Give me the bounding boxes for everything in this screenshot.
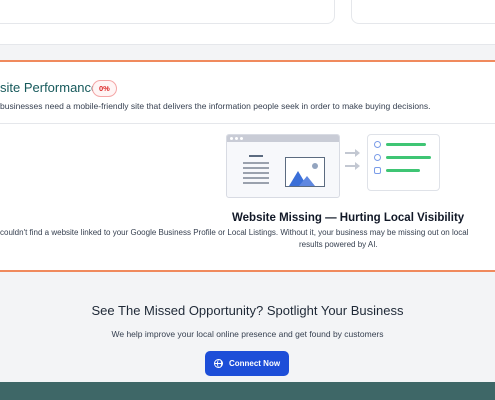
divider xyxy=(0,44,495,45)
divider xyxy=(0,123,495,124)
image-placeholder-icon xyxy=(285,157,325,187)
listing-card-icon xyxy=(367,134,440,191)
website-performance-section: site Performance 0% businesses need a mo… xyxy=(0,60,495,272)
section-description: businesses need a mobile-friendly site t… xyxy=(0,101,431,111)
connect-now-label: Connect Now xyxy=(228,359,281,368)
issue-description-continued: results powered by AI. xyxy=(299,240,378,249)
metric-card-right xyxy=(351,0,495,24)
connect-now-button[interactable]: Connect Now xyxy=(205,351,289,376)
cta-title: See The Missed Opportunity? Spotlight Yo… xyxy=(91,303,404,318)
score-badge: 0% xyxy=(92,80,117,97)
top-card-strip xyxy=(0,0,495,44)
issue-description: couldn't find a website linked to your G… xyxy=(0,228,469,237)
issue-title: Website Missing — Hurting Local Visibili… xyxy=(232,212,465,224)
footer-band xyxy=(0,382,495,400)
section-title: site Performance xyxy=(0,80,99,95)
globe-icon xyxy=(213,359,223,368)
cta-subtitle: We help improve your local online presen… xyxy=(111,329,384,339)
website-missing-illustration xyxy=(226,134,462,204)
metric-card-left xyxy=(0,0,335,24)
browser-window-icon xyxy=(226,134,340,198)
